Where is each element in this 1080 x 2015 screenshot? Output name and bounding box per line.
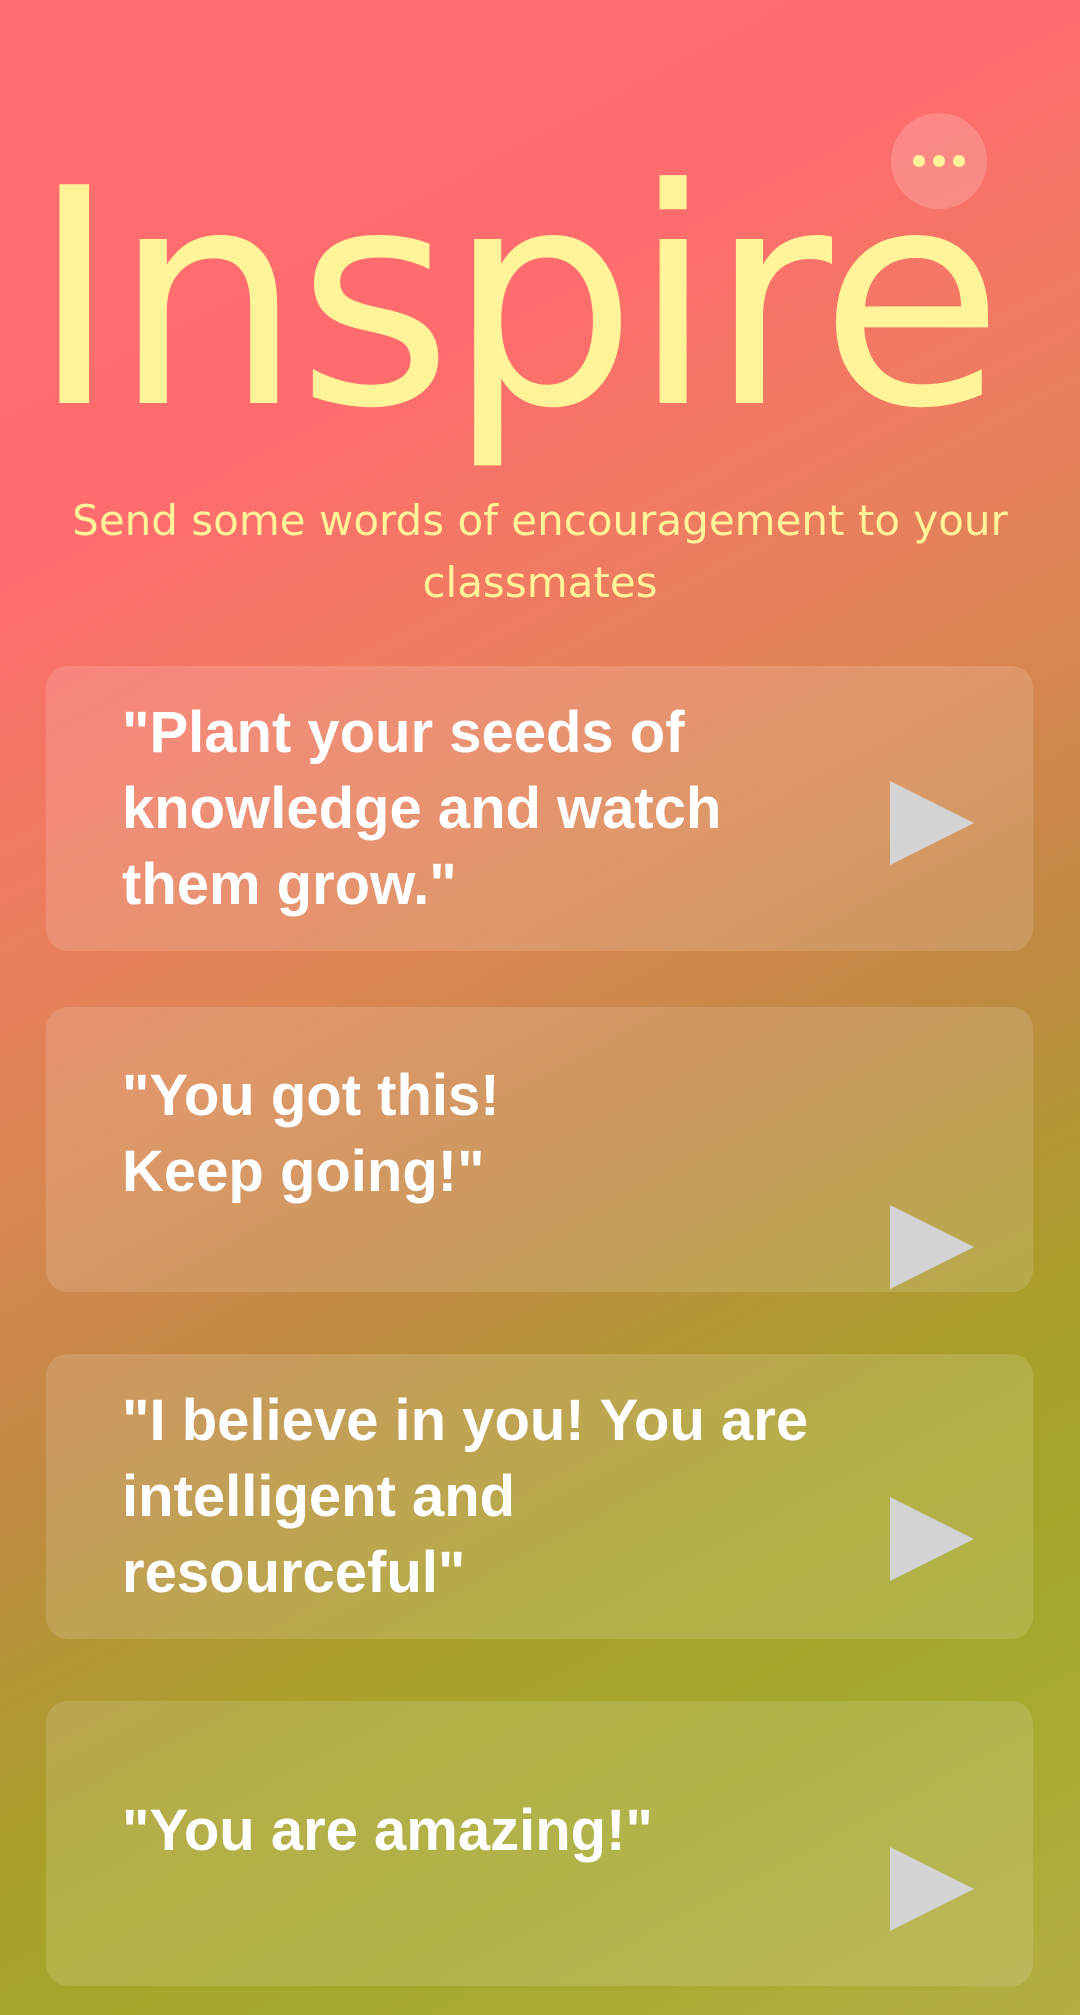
page-subtitle: Send some words of encouragement to your…	[72, 496, 1008, 607]
quote-text: "You are amazing!"	[122, 1798, 653, 1863]
quote-card[interactable]: "Plant your seeds of knowledge and watch…	[46, 666, 1033, 951]
quote-text: "You got this! Keep going!"	[122, 1063, 500, 1204]
play-icon[interactable]	[890, 1847, 974, 1931]
quote-card[interactable]: "You are amazing!"	[46, 1701, 1033, 1986]
more-horizontal-icon-dot	[933, 155, 945, 167]
page-title: Inspire	[30, 125, 1004, 474]
more-options-button[interactable]	[891, 113, 987, 209]
quote-card[interactable]: "I believe in you! You are intelligent a…	[46, 1354, 1033, 1639]
play-icon[interactable]	[890, 1205, 974, 1289]
quote-text: "I believe in you! You are intelligent a…	[122, 1387, 809, 1605]
more-horizontal-icon-dot	[913, 155, 925, 167]
more-horizontal-icon-dot	[953, 155, 965, 167]
play-icon[interactable]	[890, 1497, 974, 1581]
quote-card[interactable]: "You got this! Keep going!"	[46, 1007, 1033, 1292]
play-icon[interactable]	[890, 781, 974, 865]
quote-text: "Plant your seeds of knowledge and watch…	[122, 699, 722, 917]
